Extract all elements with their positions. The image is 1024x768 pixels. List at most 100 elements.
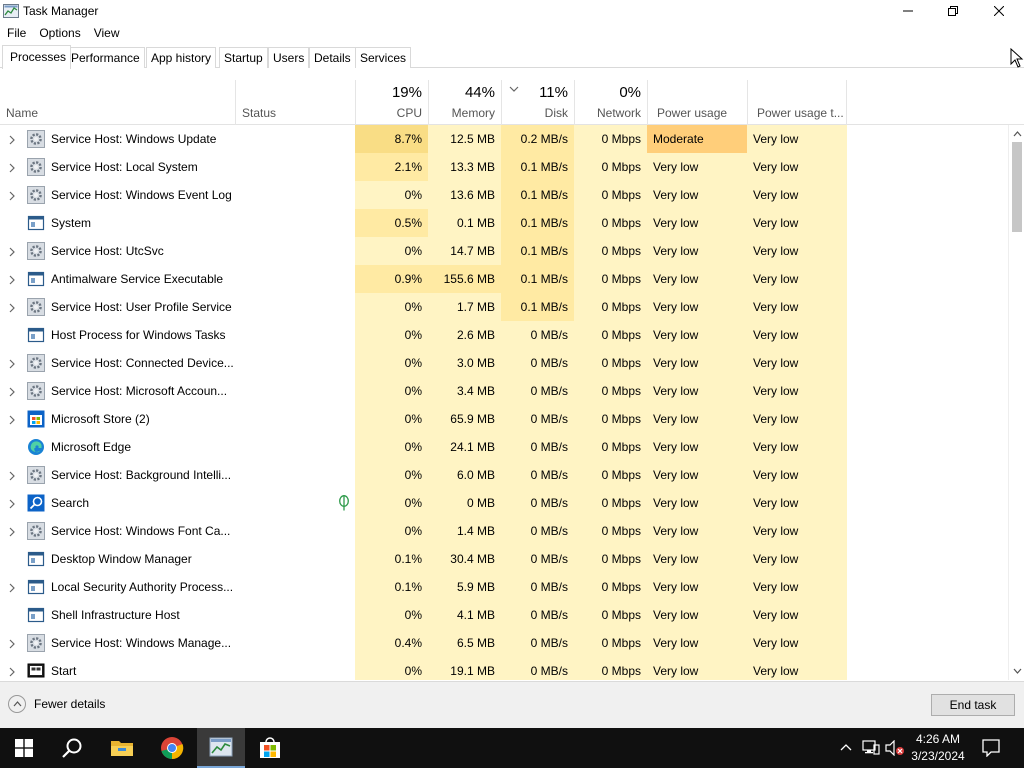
cell-power-trend: Very low bbox=[753, 244, 799, 258]
cell-cpu: 0% bbox=[404, 244, 422, 258]
cell-power: Moderate bbox=[647, 125, 747, 153]
store-taskbar-button[interactable] bbox=[246, 728, 294, 768]
tab-details[interactable]: Details bbox=[309, 47, 356, 68]
scroll-thumb[interactable] bbox=[1012, 142, 1022, 232]
clock-time: 4:26 AM bbox=[915, 732, 961, 746]
chevron-right-icon[interactable] bbox=[8, 302, 16, 313]
cell-cpu: 0% bbox=[404, 524, 422, 538]
cell-disk: 0 MB/s bbox=[530, 636, 568, 650]
gear-icon bbox=[27, 130, 45, 148]
table-row[interactable]: Service Host: Microsoft Accoun... 0% 3.4 M… bbox=[0, 377, 1008, 405]
cell-power: Very low bbox=[653, 664, 699, 678]
table-row[interactable]: Service Host: Windows Update 8.7% 12.5 MB 0… bbox=[0, 125, 1008, 153]
chevron-right-icon[interactable] bbox=[8, 274, 16, 285]
table-row[interactable]: Service Host: Windows Manage... 0.4% 6.5 M… bbox=[0, 629, 1008, 657]
chevron-right-icon[interactable] bbox=[8, 190, 16, 201]
table-row[interactable]: Service Host: Local System 2.1% 13.3 MB 0.1… bbox=[0, 153, 1008, 181]
chevron-right-icon[interactable] bbox=[8, 582, 16, 593]
table-row[interactable]: Local Security Authority Process... 0.1% 5… bbox=[0, 573, 1008, 601]
sort-chevron-icon bbox=[509, 86, 519, 92]
system-clock[interactable]: 4:26 AM 3/23/2024 bbox=[902, 731, 974, 765]
chevron-right-icon[interactable] bbox=[8, 526, 16, 537]
tab-performance[interactable]: Performance bbox=[66, 47, 145, 68]
process-name: Shell Infrastructure Host bbox=[51, 608, 180, 622]
minimize-button[interactable] bbox=[885, 0, 931, 22]
task-manager-taskbar-button[interactable] bbox=[197, 728, 245, 768]
table-row[interactable]: Service Host: Windows Event Log 0% 13.6 MB… bbox=[0, 181, 1008, 209]
gear-icon bbox=[27, 382, 45, 400]
column-memory[interactable]: 44% Memory bbox=[428, 80, 501, 125]
column-network[interactable]: 0% Network bbox=[574, 80, 647, 125]
column-cpu[interactable]: 19% CPU bbox=[355, 80, 428, 125]
column-name[interactable]: Name bbox=[0, 80, 235, 125]
minimize-icon bbox=[903, 10, 913, 12]
tab-startup[interactable]: Startup bbox=[219, 47, 268, 68]
taskbar-search-button[interactable] bbox=[48, 728, 96, 768]
table-row[interactable]: Start 0% 19.1 MB 0 MB/s 0 Mbps Very low Very l… bbox=[0, 657, 1008, 680]
column-status[interactable]: Status bbox=[235, 80, 355, 125]
fewer-details-button[interactable]: Fewer details bbox=[8, 695, 105, 713]
table-row[interactable]: Antimalware Service Executable 0.9% 155.6 … bbox=[0, 265, 1008, 293]
column-status-label: Status bbox=[242, 106, 277, 120]
end-task-button[interactable]: End task bbox=[931, 694, 1015, 716]
table-row[interactable]: Microsoft Edge 0% 24.1 MB 0 MB/s 0 Mbps Very … bbox=[0, 433, 1008, 461]
start-button[interactable] bbox=[0, 728, 48, 768]
cell-memory: 1.7 MB bbox=[456, 300, 495, 314]
menu-file[interactable]: File bbox=[0, 23, 32, 43]
table-row[interactable]: Search 0% 0 MB 0 MB/s 0 Mbps Very low Very low bbox=[0, 489, 1008, 517]
table-row[interactable]: Service Host: Background Intelli... 0% 6.0… bbox=[0, 461, 1008, 489]
scroll-down-button[interactable] bbox=[1009, 664, 1024, 678]
tray-chevron-up-icon[interactable] bbox=[840, 743, 852, 751]
gear-icon bbox=[27, 466, 45, 484]
table-row[interactable]: Shell Infrastructure Host 0% 4.1 MB 0 MB/s 0… bbox=[0, 601, 1008, 629]
cell-cpu: 0% bbox=[404, 440, 422, 454]
table-row[interactable]: Microsoft Store (2) 0% 65.9 MB 0 MB/s 0 Mbps… bbox=[0, 405, 1008, 433]
chevron-right-icon[interactable] bbox=[8, 386, 16, 397]
tab-users[interactable]: Users bbox=[268, 47, 310, 68]
chevron-right-icon[interactable] bbox=[8, 134, 16, 145]
column-power-usage-trend[interactable]: Power usage t... bbox=[747, 80, 847, 125]
tab-processes[interactable]: Processes bbox=[2, 45, 72, 69]
chevron-right-icon[interactable] bbox=[8, 470, 16, 481]
cell-network: 0 Mbps bbox=[601, 132, 641, 146]
chevron-right-icon[interactable] bbox=[8, 638, 16, 649]
tab-services[interactable]: Services bbox=[355, 47, 412, 68]
cell-network: 0 Mbps bbox=[601, 328, 641, 342]
task-manager-icon bbox=[209, 737, 233, 757]
cell-memory: 14.7 MB bbox=[450, 244, 495, 258]
table-row[interactable]: System 0.5% 0.1 MB 0.1 MB/s 0 Mbps Very low Ve… bbox=[0, 209, 1008, 237]
process-name: Service Host: Windows Update bbox=[51, 132, 217, 146]
cell-disk: 0 MB/s bbox=[530, 496, 568, 510]
table-row[interactable]: Service Host: User Profile Service 0% 1.7 … bbox=[0, 293, 1008, 321]
network-icon[interactable] bbox=[862, 740, 880, 756]
table-row[interactable]: Service Host: UtcSvc 0% 14.7 MB 0.1 MB/s 0 M… bbox=[0, 237, 1008, 265]
restore-button[interactable] bbox=[930, 0, 976, 22]
cell-memory: 13.3 MB bbox=[450, 160, 495, 174]
cell-network: 0 Mbps bbox=[601, 160, 641, 174]
column-power-usage[interactable]: Power usage bbox=[647, 80, 747, 125]
search-icon bbox=[27, 494, 45, 512]
chevron-right-icon[interactable] bbox=[8, 666, 16, 677]
chevron-right-icon[interactable] bbox=[8, 162, 16, 173]
scroll-up-button[interactable] bbox=[1009, 127, 1024, 141]
table-row[interactable]: Host Process for Windows Tasks 0% 2.6 MB 0 … bbox=[0, 321, 1008, 349]
chevron-right-icon[interactable] bbox=[8, 498, 16, 509]
table-row[interactable]: Service Host: Connected Device... 0% 3.0 M… bbox=[0, 349, 1008, 377]
menu-view[interactable]: View bbox=[87, 23, 126, 43]
chevron-right-icon[interactable] bbox=[8, 246, 16, 257]
notification-icon[interactable] bbox=[982, 739, 1000, 757]
file-explorer-button[interactable] bbox=[98, 728, 146, 768]
vertical-scrollbar[interactable] bbox=[1008, 125, 1024, 680]
tab-app-history[interactable]: App history bbox=[146, 47, 217, 68]
window-icon bbox=[27, 326, 45, 344]
cell-power: Very low bbox=[653, 384, 699, 398]
chrome-button[interactable] bbox=[148, 728, 196, 768]
menu-options[interactable]: Options bbox=[32, 23, 86, 43]
chevron-right-icon[interactable] bbox=[8, 414, 16, 425]
cell-network: 0 Mbps bbox=[601, 636, 641, 650]
table-row[interactable]: Service Host: Windows Font Ca... 0% 1.4 MB… bbox=[0, 517, 1008, 545]
chevron-right-icon[interactable] bbox=[8, 358, 16, 369]
table-row[interactable]: Desktop Window Manager 0.1% 30.4 MB 0 MB/s 0… bbox=[0, 545, 1008, 573]
leaf-icon bbox=[338, 495, 350, 511]
close-button[interactable] bbox=[976, 0, 1022, 22]
